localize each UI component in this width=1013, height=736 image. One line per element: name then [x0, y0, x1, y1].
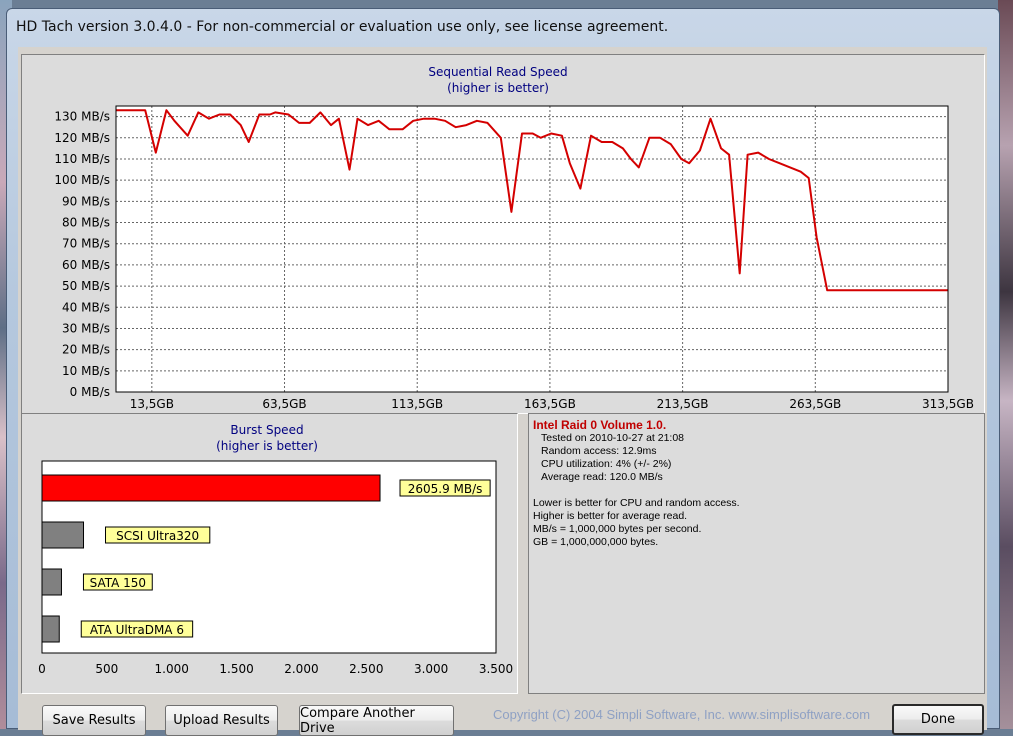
- x-tick-label: 163,5GB: [524, 397, 576, 411]
- hdtach-window: HD Tach version 3.0.4.0 - For non-commer…: [6, 8, 1001, 736]
- random-access-value: Random access: 12.9ms: [541, 445, 657, 457]
- x-tick-label: 213,5GB: [657, 397, 709, 411]
- burst-bar: [41, 474, 381, 502]
- info-note-2: Higher is better for average read.: [533, 510, 688, 522]
- x-tick-label: 263,5GB: [789, 397, 841, 411]
- burst-bar-label: 2605.9 MB/s: [408, 482, 483, 496]
- x-tick-label: 13,5GB: [130, 397, 174, 411]
- upload-results-button[interactable]: Upload Results: [165, 705, 278, 736]
- done-label: Done: [920, 712, 956, 727]
- info-note-1: Lower is better for CPU and random acces…: [533, 497, 740, 509]
- burst-bar: [41, 568, 62, 596]
- done-button[interactable]: Done: [892, 704, 984, 735]
- x-tick-label: 63,5GB: [262, 397, 306, 411]
- upload-results-label: Upload Results: [173, 713, 270, 728]
- y-tick-label: 130 MB/s: [54, 110, 110, 124]
- burst-x-tick-label: 2.500: [349, 662, 383, 676]
- y-tick-label: 0 MB/s: [70, 385, 110, 399]
- plot-area: [115, 105, 949, 393]
- sequential-chart-title: Sequential Read Speed: [428, 65, 567, 79]
- save-results-label: Save Results: [52, 713, 136, 728]
- save-results-button[interactable]: Save Results: [42, 705, 146, 736]
- burst-x-tick-label: 1.500: [219, 662, 253, 676]
- window-title: HD Tach version 3.0.4.0 - For non-commer…: [16, 19, 669, 35]
- y-tick-label: 20 MB/s: [62, 343, 110, 357]
- burst-x-tick-label: 3.500: [479, 662, 513, 676]
- client-area: Sequential Read Speed (higher is better)…: [18, 47, 987, 736]
- x-tick-label: 113,5GB: [391, 397, 443, 411]
- y-tick-label: 110 MB/s: [54, 152, 110, 166]
- average-read-value: Average read: 120.0 MB/s: [541, 471, 663, 483]
- burst-x-tick-label: 500: [95, 662, 118, 676]
- burst-chart-subtitle: (higher is better): [216, 439, 318, 453]
- results-info-panel: Intel Raid 0 Volume 1.0. Tested on 2010-…: [528, 413, 985, 694]
- info-note-3: MB/s = 1,000,000 bytes per second.: [533, 523, 702, 535]
- y-tick-label: 60 MB/s: [62, 258, 110, 272]
- y-tick-label: 70 MB/s: [62, 237, 110, 251]
- sequential-read-panel: Sequential Read Speed (higher is better)…: [21, 54, 985, 414]
- y-tick-label: 40 MB/s: [62, 300, 110, 314]
- y-tick-label: 90 MB/s: [62, 194, 110, 208]
- info-note-4: GB = 1,000,000,000 bytes.: [533, 536, 659, 548]
- y-tick-label: 100 MB/s: [54, 173, 110, 187]
- y-tick-label: 10 MB/s: [62, 364, 110, 378]
- burst-x-tick-label: 0: [38, 662, 46, 676]
- burst-bar: [41, 615, 60, 643]
- burst-speed-chart: Burst Speed (higher is better) 0 500 1.000…: [38, 423, 513, 676]
- y-tick-label: 50 MB/s: [62, 279, 110, 293]
- compare-another-drive-button[interactable]: Compare Another Drive: [299, 705, 454, 736]
- cpu-utilization-value: CPU utilization: 4% (+/- 2%): [541, 458, 672, 470]
- burst-bar-label: SATA 150: [90, 576, 146, 590]
- burst-chart-title: Burst Speed: [230, 423, 303, 437]
- burst-bar: [41, 521, 85, 549]
- copyright-text: Copyright (C) 2004 Simpli Software, Inc.…: [493, 707, 871, 722]
- title-bar[interactable]: HD Tach version 3.0.4.0 - For non-commer…: [7, 9, 1001, 41]
- drive-name: Intel Raid 0 Volume 1.0.: [533, 418, 667, 432]
- burst-speed-panel: Burst Speed (higher is better) 0 500 1.000…: [21, 413, 518, 694]
- burst-x-tick-label: 3.000: [414, 662, 448, 676]
- x-tick-label: 313,5GB: [922, 397, 974, 411]
- y-tick-label: 30 MB/s: [62, 321, 110, 335]
- sequential-chart-subtitle: (higher is better): [447, 81, 549, 95]
- burst-x-tick-label: 2.000: [284, 662, 318, 676]
- desktop-background-right: [998, 0, 1013, 729]
- y-tick-label: 120 MB/s: [54, 131, 110, 145]
- y-tick-label: 80 MB/s: [62, 216, 110, 230]
- tested-date: Tested on 2010-10-27 at 21:08: [541, 432, 685, 444]
- burst-x-tick-label: 1.000: [155, 662, 189, 676]
- compare-another-drive-label: Compare Another Drive: [300, 705, 415, 736]
- sequential-read-chart: Sequential Read Speed (higher is better)…: [54, 65, 974, 411]
- burst-bar-label: ATA UltraDMA 6: [90, 623, 184, 637]
- burst-bar-label: SCSI Ultra320: [116, 529, 199, 543]
